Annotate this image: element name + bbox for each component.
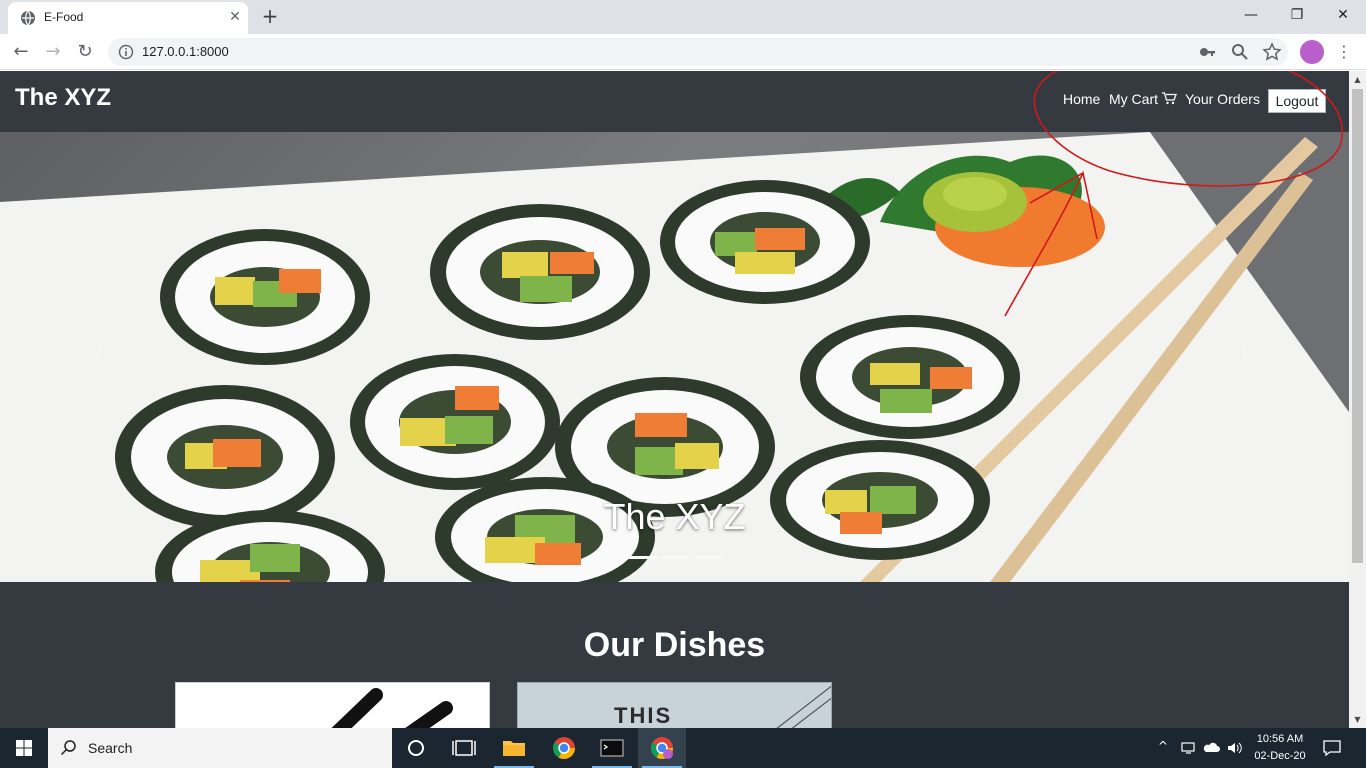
windows-taskbar: Search ^ 10:56 AM 02-Dec-20 [0,728,1366,768]
minimize-button[interactable]: — [1228,0,1274,30]
restore-button[interactable]: ❐ [1274,0,1320,30]
close-icon[interactable]: ✕ [226,8,244,26]
volume-icon[interactable] [1226,739,1244,757]
address-bar[interactable]: 127.0.0.1:8000 [108,38,1288,66]
zoom-icon[interactable] [1230,42,1250,62]
close-window-button[interactable]: ✕ [1320,0,1366,30]
browser-tabstrip: E-Food ✕ + — ❐ ✕ [0,0,1366,34]
terminal-icon[interactable] [588,728,636,768]
clock-date: 02-Dec-20 [1254,750,1306,762]
reload-icon[interactable]: ↻ [72,39,98,65]
windows-icon[interactable] [0,728,48,768]
taskbar-search-label: Search [88,740,133,756]
scroll-up-icon[interactable]: ▲ [1349,71,1366,88]
star-icon[interactable] [1262,42,1282,62]
scroll-thumb[interactable] [1352,89,1363,563]
plus-icon[interactable]: + [258,5,282,29]
profile-avatar[interactable] [1300,40,1324,64]
scroll-down-icon[interactable]: ▼ [1349,711,1366,728]
chrome-profile-icon[interactable] [638,728,686,768]
info-icon[interactable] [118,44,134,60]
file-explorer-icon[interactable] [490,728,538,768]
page-scrollbar[interactable]: ▲ ▼ [1349,71,1366,728]
task-view-icon[interactable] [440,728,488,768]
onedrive-icon[interactable] [1203,739,1221,757]
back-icon[interactable]: ← [8,39,34,65]
taskbar-search[interactable]: Search [48,728,392,768]
tab-title: E-Food [44,10,84,24]
key-icon[interactable] [1198,42,1218,62]
taskbar-clock[interactable]: 10:56 AM 02-Dec-20 [1248,731,1312,765]
page-viewport: The XYZ Home My Cart Your Orders Logout [0,71,1349,728]
globe-icon [21,10,35,26]
browser-tab[interactable]: E-Food ✕ [8,2,248,34]
url-text: 127.0.0.1:8000 [142,44,229,59]
chevron-up-icon[interactable]: ^ [1154,739,1172,757]
cortana-icon[interactable] [392,728,440,768]
annotation-overlay [1004,71,1343,317]
notification-icon[interactable] [1322,738,1342,758]
browser-toolbar: ← → ↻ 127.0.0.1:8000 ⋮ [0,34,1366,70]
more-menu-icon[interactable]: ⋮ [1334,39,1354,65]
network-icon[interactable] [1180,739,1198,757]
clock-time: 10:56 AM [1256,733,1304,745]
forward-icon[interactable]: → [40,39,66,65]
chrome-icon[interactable] [540,728,588,768]
search-icon [60,740,76,756]
